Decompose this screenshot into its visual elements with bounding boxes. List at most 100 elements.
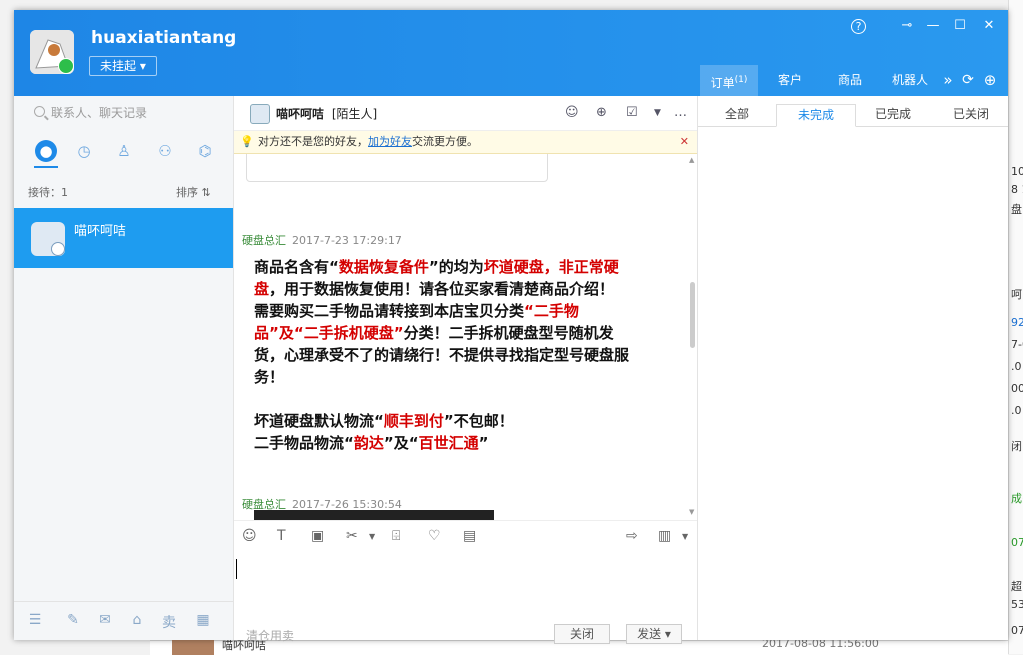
tab-incomplete[interactable]: 未完成 (776, 104, 856, 127)
message-text-segment: 二手物品物流“ (254, 434, 354, 452)
tab-completed[interactable]: 已完成 (854, 104, 932, 125)
sort-button[interactable]: 排序 ⇅ (176, 184, 211, 200)
send-button[interactable]: 发送 ▾ (626, 624, 682, 644)
calculator-icon[interactable]: ▤ (463, 528, 476, 544)
clock-icon[interactable]: ◷ (73, 140, 95, 162)
pin-icon[interactable]: ⊸ (896, 16, 918, 36)
chat-bubble-icon[interactable]: ● (35, 140, 57, 162)
contact-name: 喵吥呵咭 (74, 224, 127, 239)
group-icon[interactable]: ⚇ (154, 140, 176, 162)
message-text-segment: ” (478, 434, 489, 452)
search-box[interactable]: 联系人、聊天记录 (34, 104, 147, 121)
sell-icon[interactable]: 卖 (160, 612, 178, 632)
help-icon[interactable]: ? (851, 19, 866, 34)
bg-snippet: 7-0 (1011, 338, 1023, 351)
layout-icon[interactable]: ▦ (194, 612, 212, 628)
chat-contact-name: 喵吥呵咭 (276, 107, 325, 121)
message-text-segment: ”不包邮！ (443, 412, 514, 430)
chat-contact-title: 喵吥呵咭 [陌生人] (276, 105, 377, 122)
message-text-segment: ”及“ (383, 434, 419, 452)
tab-robot[interactable]: 机器人 (886, 65, 934, 96)
edit-icon[interactable]: ✎ (64, 612, 82, 628)
chevron-down-icon[interactable]: ▼ (369, 532, 375, 541)
chat-header: 喵吥呵咭 [陌生人] ☺ ⊕ ☑ ▼ … (234, 96, 697, 131)
bg-snippet: 8 1 (1011, 183, 1023, 196)
user-avatar[interactable] (30, 30, 74, 74)
more-tabs-icon[interactable]: » (940, 65, 956, 96)
friend-notice-bar: 💡 对方还不是您的好友，加为好友交流更方便。 ✕ (234, 131, 697, 154)
chat-transfer-icon[interactable]: ☺ (565, 105, 579, 120)
notice-text-after: 交流更方便。 (412, 135, 478, 148)
highlighted-text: 百世汇通 (418, 434, 479, 452)
message-list: 硬盘总汇 2017-7-23 17:29:17 商品名含有“数据恢复备件”的均为坏… (234, 154, 689, 520)
heart-icon[interactable]: ♡ (428, 528, 441, 544)
transfer-icon[interactable]: ⇨ (626, 528, 638, 544)
window-header: huaxiatiantang 未挂起 ▾ ? ⊸ — ☐ ✕ 订单(1) 客户 … (14, 10, 1008, 96)
left-footer: ☰ ✎ ✉ ⌂ 卖 ▦ (14, 601, 233, 641)
active-underline (34, 166, 58, 168)
chat-contact-tag: [陌生人] (331, 107, 378, 121)
bg-snippet: 10 (1011, 165, 1023, 178)
username: huaxiatiantang (91, 28, 237, 48)
contact-item[interactable]: 喵吥呵咭 (14, 208, 233, 268)
search-input[interactable]: 联系人、聊天记录 (51, 106, 147, 120)
add-service-icon[interactable]: ⊕ (596, 105, 607, 120)
tab-all[interactable]: 全部 (698, 104, 776, 125)
file-icon[interactable]: ⌹ (392, 528, 400, 544)
chevron-down-icon[interactable]: ▼ (682, 532, 688, 541)
message-sender: 硬盘总汇 (242, 234, 286, 247)
more-icon[interactable]: … (674, 105, 687, 120)
screenshot-icon[interactable]: ✂ (346, 528, 358, 544)
highlighted-text: 顺丰到付 (383, 412, 444, 430)
message-input[interactable] (234, 551, 697, 611)
online-check-icon (58, 58, 74, 74)
mail-icon[interactable]: ✉ (96, 612, 114, 628)
menu-icon[interactable]: ☰ (26, 612, 44, 628)
quick-phrase[interactable]: 清仓用卖 (246, 627, 294, 644)
shop-icon[interactable]: ⌂ (128, 612, 146, 628)
lightbulb-icon: 💡 (240, 135, 254, 148)
refresh-icon[interactable]: ⟳ (958, 65, 978, 96)
notice-text-before: 对方还不是您的好友， (258, 135, 368, 148)
font-icon[interactable]: T (277, 528, 286, 544)
bg-snippet: 00 (1011, 382, 1023, 395)
notice-close-icon[interactable]: ✕ (680, 131, 689, 153)
task-icon[interactable]: ☑ (626, 105, 638, 120)
scroll-thumb[interactable] (690, 282, 695, 348)
bg-snippet: 53 (1011, 598, 1023, 611)
chat-contact-avatar (250, 104, 270, 124)
message-meta: 硬盘总汇 2017-7-23 17:29:17 (242, 232, 402, 248)
add-icon[interactable]: ⊕ (980, 65, 1000, 96)
bg-snippet: .0 (1011, 404, 1022, 417)
person-icon[interactable]: ♙ (113, 140, 135, 162)
history-icon[interactable]: ▥ (658, 528, 671, 544)
minimize-icon[interactable]: — (922, 16, 944, 36)
image-icon[interactable]: ▣ (311, 528, 324, 544)
chevron-down-icon[interactable]: ▼ (654, 108, 661, 118)
chat-window: huaxiatiantang 未挂起 ▾ ? ⊸ — ☐ ✕ 订单(1) 客户 … (14, 10, 1010, 644)
message-text-segment: ”的均为 (428, 258, 484, 276)
org-tree-icon[interactable]: ⌬ (194, 140, 216, 162)
tab-products[interactable]: 商品 (826, 65, 874, 96)
message-text: 商品名含有“数据恢复备件”的均为坏道硬盘，非正常硬盘，用于数据恢复使用！请各位买… (254, 256, 629, 454)
message-text-segment: ，用于数据恢复使用！请各位买家看清楚商品介绍！ (269, 280, 615, 298)
maximize-icon[interactable]: ☐ (949, 16, 971, 36)
tab-closed[interactable]: 已关闭 (932, 104, 1010, 125)
status-dropdown[interactable]: 未挂起 ▾ (89, 56, 157, 76)
tab-customers[interactable]: 客户 (766, 65, 814, 96)
text-caret (236, 559, 237, 579)
bg-snippet: 呵 (1011, 288, 1022, 301)
scroll-down-icon[interactable]: ▼ (689, 508, 694, 516)
contact-avatar (31, 222, 65, 256)
add-friend-link[interactable]: 加为好友 (368, 135, 412, 148)
emoji-icon[interactable]: ☺ (242, 528, 257, 544)
image-message[interactable] (254, 510, 494, 520)
close-icon[interactable]: ✕ (978, 16, 1000, 36)
message-time: 2017-7-23 17:29:17 (292, 234, 402, 247)
close-button[interactable]: 关闭 (554, 624, 610, 644)
scroll-up-icon[interactable]: ▲ (689, 156, 694, 164)
contacts-panel: 联系人、聊天记录 ● ◷ ♙ ⚇ ⌬ 接待：1 排序 ⇅ 喵吥呵咭 ☰ ✎ ✉ … (14, 96, 234, 640)
tab-orders[interactable]: 订单(1) (700, 65, 758, 96)
contact-nav: ● ◷ ♙ ⚇ ⌬ (14, 140, 233, 170)
message-scrollbar[interactable]: ▲ ▼ (689, 154, 697, 520)
